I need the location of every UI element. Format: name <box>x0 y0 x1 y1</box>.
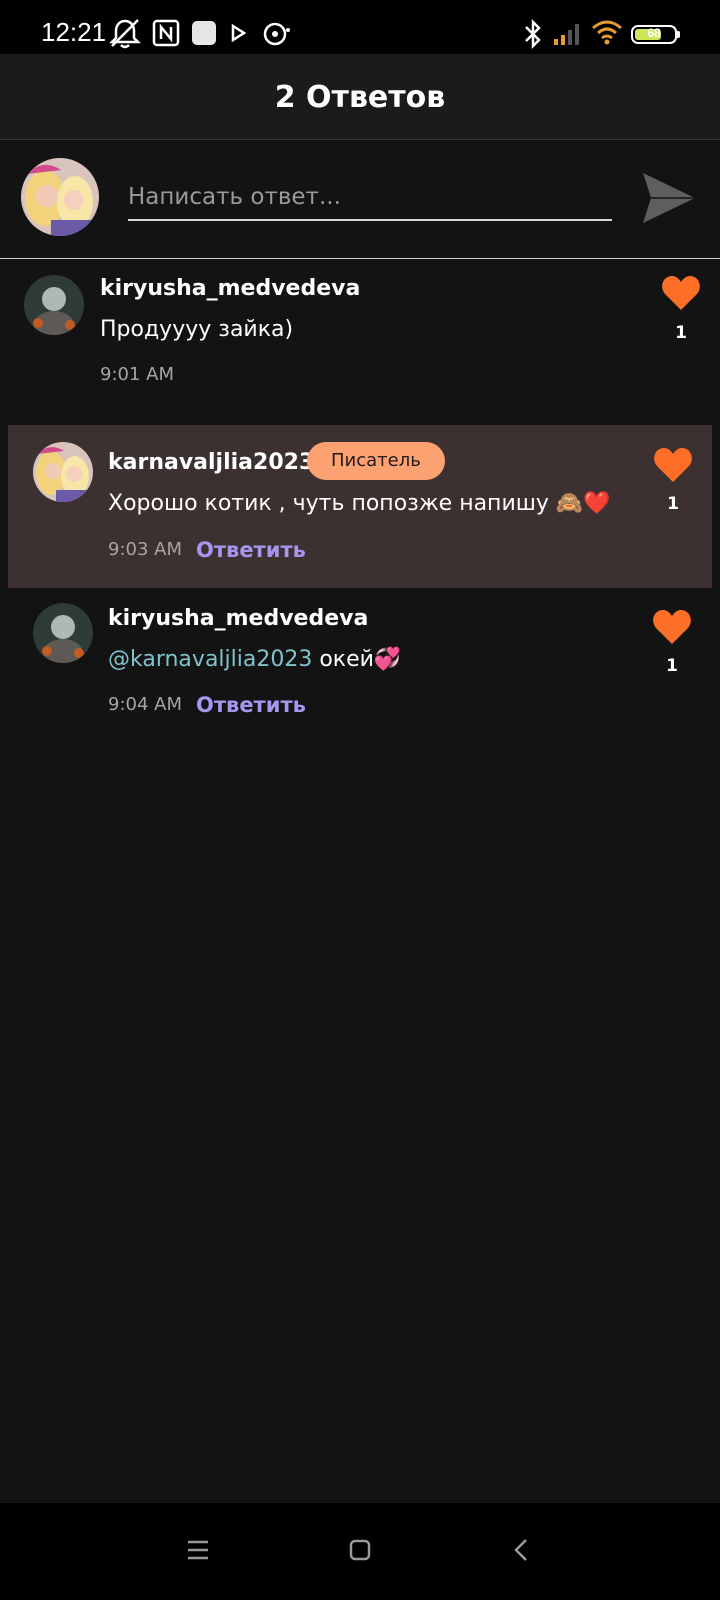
comment-username[interactable]: kiryusha_medvedeva <box>108 606 368 631</box>
comment-time: 9:03 AM <box>108 539 182 560</box>
cellular-signal-icon <box>554 24 579 45</box>
comment-time: 9:04 AM <box>108 694 182 715</box>
home-icon[interactable] <box>340 1531 380 1571</box>
user-mention[interactable]: @karnavaljlia2023 <box>108 647 312 672</box>
user-avatar[interactable] <box>24 275 84 335</box>
reply-button[interactable]: Ответить <box>196 693 306 717</box>
like-count: 1 <box>667 494 679 514</box>
like-count: 1 <box>666 656 678 676</box>
battery-tip <box>677 31 680 38</box>
comment-text-body: окей💞 <box>312 647 402 672</box>
comment-username[interactable]: kiryusha_medvedeva <box>100 276 360 301</box>
status-time: 12:21 <box>41 17 107 47</box>
comment-text: Хорошо котик , чуть попозже напишу 🙈❤️ <box>108 491 611 516</box>
gallery-notification-icon <box>263 22 290 46</box>
comment-text: Продуууу зайка) <box>100 317 294 342</box>
wifi-icon <box>592 20 622 45</box>
heart-icon[interactable] <box>652 609 692 645</box>
user-avatar[interactable] <box>33 603 93 663</box>
notifications-muted-icon <box>108 19 142 49</box>
status-bar: 12:21 68 <box>0 0 720 54</box>
app-screen: 12:21 68 2 Ответов Написать ответ... kir… <box>0 0 720 1600</box>
app-notification-icon <box>192 21 216 45</box>
current-user-avatar[interactable] <box>21 158 99 236</box>
comment-item-highlighted: karnavaljlia2023 Писатель Хорошо котик ,… <box>8 425 712 588</box>
bluetooth-icon <box>525 18 541 50</box>
nfc-icon <box>152 19 180 47</box>
writer-badge: Писатель <box>307 442 445 480</box>
comment-item: kiryusha_medvedeva Продуууу зайка) 9:01 … <box>0 260 720 415</box>
battery-percent: 68 <box>647 26 661 40</box>
send-button[interactable] <box>640 169 698 227</box>
menu-icon[interactable] <box>178 1531 218 1571</box>
like-count: 1 <box>675 323 687 343</box>
system-nav-bar <box>0 1503 720 1600</box>
user-avatar[interactable] <box>33 442 93 502</box>
page-title: 2 Ответов <box>274 80 446 115</box>
header: 2 Ответов <box>0 54 720 140</box>
reply-composer <box>0 141 720 259</box>
avatar-image <box>33 603 93 663</box>
avatar-image <box>21 158 99 236</box>
comment-username[interactable]: karnavaljlia2023 <box>108 450 314 475</box>
comment-item: kiryusha_medvedeva @karnavaljlia2023 оке… <box>0 590 720 740</box>
battery-icon: 68 <box>631 25 677 44</box>
reply-input[interactable] <box>128 175 612 221</box>
heart-icon[interactable] <box>653 447 693 483</box>
play-icon <box>231 24 246 42</box>
back-icon[interactable] <box>502 1531 542 1571</box>
heart-icon[interactable] <box>661 275 701 311</box>
reply-button[interactable]: Ответить <box>196 538 306 562</box>
avatar-image <box>24 275 84 335</box>
comment-time: 9:01 AM <box>100 364 174 385</box>
avatar-image <box>33 442 93 502</box>
comment-text: @karnavaljlia2023 окей💞 <box>108 647 401 672</box>
